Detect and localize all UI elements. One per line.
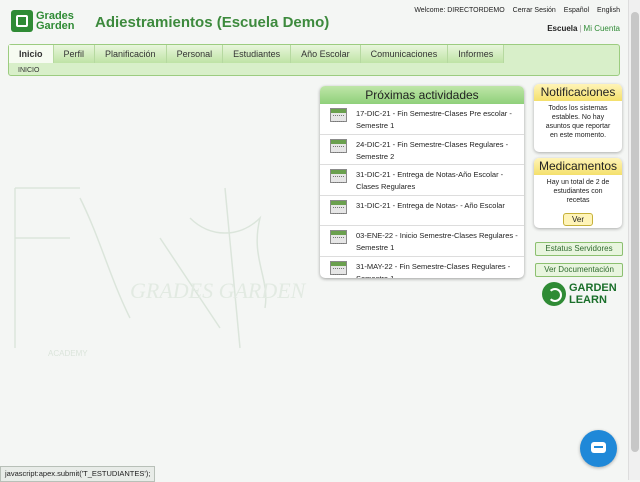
garden-learn-line1: GARDEN [569, 282, 617, 294]
activity-text: 24-DIC-21 - Fin Semestre-Clases Regulare… [356, 139, 509, 161]
tab-ano-escolar[interactable]: Año Escolar [291, 45, 361, 63]
tab-comunicaciones[interactable]: Comunicaciones [360, 45, 449, 63]
tab-inicio[interactable]: Inicio [9, 45, 54, 63]
grades-garden-logo-icon [11, 10, 33, 32]
calendar-icon [330, 138, 347, 153]
upcoming-activities-panel: Próximas actividades 17-DIC-21 - Fin Sem… [320, 86, 524, 278]
watermark-title: GRADES GARDEN [130, 278, 307, 303]
activity-text: 31-DIC-21 - Entrega de Notas- - Año Esco… [356, 200, 505, 210]
notifications-title: Notificaciones [534, 84, 622, 101]
calendar-icon [330, 169, 347, 183]
garden-learn-line2: LEARN [569, 294, 607, 306]
top-links: Welcome: DIRECTORDEMO Cerrar Sesión Espa… [408, 7, 620, 14]
account-selected[interactable]: Escuela [547, 24, 577, 33]
list-item[interactable]: 03-ENE-22 - Inicio Semestre-Clases Regul… [320, 226, 524, 257]
calendar-icon [330, 199, 347, 214]
view-medications-button[interactable]: Ver [562, 213, 593, 226]
vertical-scrollbar[interactable] [628, 0, 640, 480]
account-switcher: Escuela | Mi Cuenta [547, 24, 620, 33]
background-watermark: GRADES GARDEN ACADEMY [14, 187, 307, 358]
grades-garden-logo[interactable]: Grades Garden [11, 10, 75, 32]
watermark-trees-icon [14, 187, 267, 349]
main-nav: Inicio Perfil Planificación Personal Est… [8, 44, 620, 76]
calendar-icon [330, 230, 347, 244]
calendar-icon [330, 108, 347, 122]
language-english-link[interactable]: English [597, 7, 620, 14]
activity-text: 03-ENE-22 - Inicio Semestre-Clases Regul… [356, 231, 518, 252]
welcome-text: Welcome: DIRECTORDEMO [414, 7, 505, 14]
scrollbar-thumb[interactable] [631, 12, 639, 452]
list-item[interactable]: 24-DIC-21 - Fin Semestre-Clases Regulare… [320, 135, 524, 165]
medications-panel: Medicamentos Hay un total de 2 de estudi… [534, 158, 622, 228]
my-account-link[interactable]: Mi Cuenta [584, 24, 620, 33]
garden-learn-logo-icon [542, 282, 566, 306]
tab-planificacion[interactable]: Planificación [95, 45, 167, 63]
garden-learn-logo[interactable]: GARDEN LEARN [542, 282, 617, 306]
activity-text: 31-DIC-21 - Entrega de Notas-Año Escolar… [356, 170, 504, 191]
chat-icon [591, 442, 606, 453]
tab-personal[interactable]: Personal [166, 45, 224, 63]
notifications-panel: Notificaciones Todos los sistemas establ… [534, 84, 622, 152]
activity-text: 31-MAY-22 - Fin Semestre-Clases Regulare… [356, 261, 511, 279]
list-item[interactable]: 17-DIC-21 - Fin Semestre-Clases Pre esco… [320, 104, 524, 135]
nav-tabs: Inicio Perfil Planificación Personal Est… [9, 45, 619, 63]
watermark-subtitle: ACADEMY [48, 349, 88, 358]
list-item[interactable]: 31-DIC-21 - Entrega de Notas-Año Escolar… [320, 165, 524, 196]
medications-body: Hay un total de 2 de estudiantes con rec… [546, 179, 610, 204]
tab-perfil[interactable]: Perfil [53, 45, 96, 63]
medications-title: Medicamentos [534, 158, 622, 175]
activity-text: 17-DIC-21 - Fin Semestre-Clases Pre esco… [356, 109, 512, 130]
notifications-body: Todos los sistemas estables. No hay asun… [545, 105, 611, 139]
list-item[interactable]: 31-DIC-21 - Entrega de Notas- - Año Esco… [320, 196, 524, 226]
divider: | [579, 24, 582, 33]
tab-informes[interactable]: Informes [448, 45, 505, 63]
view-documentation-button[interactable]: Ver Documentación [535, 263, 623, 277]
page-title: Adiestramientos (Escuela Demo) [95, 14, 330, 31]
calendar-icon [330, 260, 347, 275]
tab-estudiantes[interactable]: Estudiantes [223, 45, 292, 63]
upcoming-activities-title: Próximas actividades [320, 86, 524, 104]
server-status-button[interactable]: Estatus Servidores [535, 242, 623, 256]
language-spanish-link[interactable]: Español [564, 7, 589, 14]
list-item[interactable]: 31-MAY-22 - Fin Semestre-Clases Regulare… [320, 257, 524, 279]
breadcrumb: INICIO [18, 67, 40, 74]
logo-text: Grades Garden [36, 11, 75, 32]
garden-learn-text: GARDEN LEARN [569, 282, 617, 306]
chat-button[interactable] [580, 430, 617, 467]
logo-text-line2: Garden [36, 20, 75, 32]
logout-link[interactable]: Cerrar Sesión [513, 7, 556, 14]
